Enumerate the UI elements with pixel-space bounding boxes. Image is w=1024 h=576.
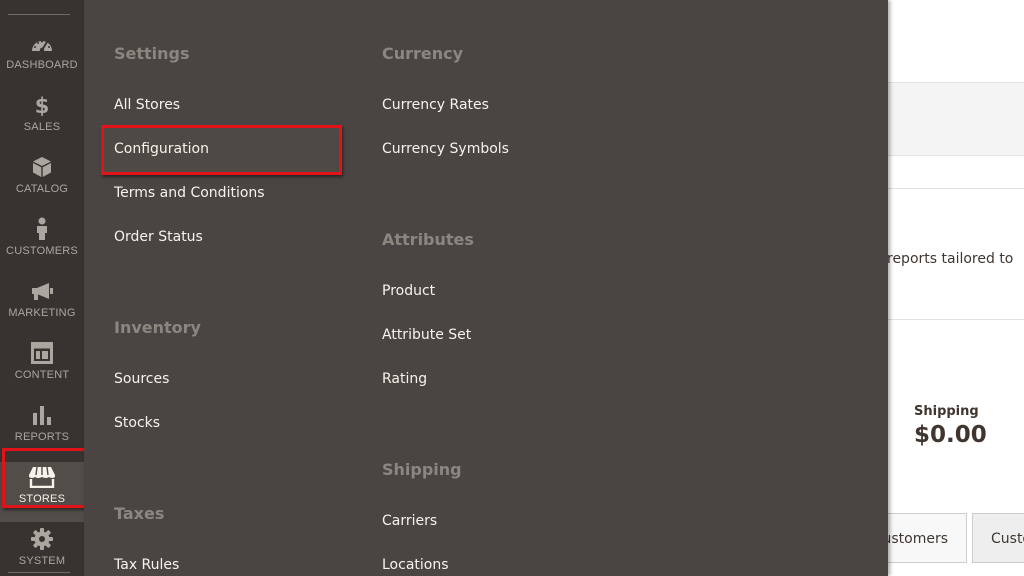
menu-item-label: DASHBOARD bbox=[6, 59, 78, 71]
divider bbox=[888, 188, 1024, 189]
menu-item-label: REPORTS bbox=[14, 431, 70, 443]
link-locations[interactable]: Locations bbox=[382, 557, 449, 573]
dashboard-intro-text: reports tailored to bbox=[887, 251, 1014, 267]
bar-chart-icon bbox=[0, 402, 84, 428]
box-icon bbox=[0, 154, 84, 180]
link-currency-symbols[interactable]: Currency Symbols bbox=[382, 141, 509, 157]
link-configuration[interactable]: Configuration bbox=[114, 141, 209, 157]
tab-customers[interactable]: Custo bbox=[972, 513, 1024, 563]
stores-submenu: Settings All Stores Configuration Terms … bbox=[84, 0, 888, 576]
person-icon bbox=[0, 216, 84, 242]
shipping-total-label: Shipping bbox=[914, 404, 979, 419]
dollar-icon: $ bbox=[0, 92, 84, 118]
group-title-taxes: Taxes bbox=[114, 504, 165, 523]
menu-item-system[interactable]: SYSTEM bbox=[0, 524, 84, 576]
link-currency-rates[interactable]: Currency Rates bbox=[382, 97, 489, 113]
link-stocks[interactable]: Stocks bbox=[114, 415, 160, 431]
divider bbox=[888, 319, 1024, 320]
link-product[interactable]: Product bbox=[382, 283, 435, 299]
menu-item-dashboard[interactable]: DASHBOARD bbox=[0, 28, 84, 88]
menu-item-stores[interactable]: STORES bbox=[0, 462, 84, 522]
menu-item-sales[interactable]: $ SALES bbox=[0, 90, 84, 150]
menu-item-label: MARKETING bbox=[8, 307, 76, 319]
link-carriers[interactable]: Carriers bbox=[382, 513, 437, 529]
svg-text:$: $ bbox=[35, 94, 50, 116]
group-title-settings: Settings bbox=[114, 44, 190, 63]
menu-item-label: SYSTEM bbox=[18, 555, 66, 567]
menu-item-catalog[interactable]: CATALOG bbox=[0, 152, 84, 212]
group-title-inventory: Inventory bbox=[114, 318, 201, 337]
storefront-icon bbox=[0, 464, 84, 490]
link-all-stores[interactable]: All Stores bbox=[114, 97, 180, 113]
megaphone-icon bbox=[0, 278, 84, 304]
link-sources[interactable]: Sources bbox=[114, 371, 169, 387]
menu-item-label: SALES bbox=[23, 121, 61, 133]
menu-item-label: CUSTOMERS bbox=[6, 245, 78, 257]
group-title-shipping: Shipping bbox=[382, 460, 462, 479]
menu-item-label: CATALOG bbox=[15, 183, 69, 195]
menu-item-customers[interactable]: CUSTOMERS bbox=[0, 214, 84, 274]
menu-item-reports[interactable]: REPORTS bbox=[0, 400, 84, 460]
link-rating[interactable]: Rating bbox=[382, 371, 427, 387]
gear-icon bbox=[0, 526, 84, 552]
menu-item-content[interactable]: CONTENT bbox=[0, 338, 84, 398]
menu-divider bbox=[8, 572, 70, 573]
group-title-attributes: Attributes bbox=[382, 230, 474, 249]
link-order-status[interactable]: Order Status bbox=[114, 229, 203, 245]
page-actions-bar bbox=[888, 82, 1024, 156]
layout-icon bbox=[0, 340, 84, 366]
admin-menu: DASHBOARD $ SALES CATALOG CUSTOMERS MARK… bbox=[0, 0, 84, 576]
link-attribute-set[interactable]: Attribute Set bbox=[382, 327, 471, 343]
shipping-total-value: $0.00 bbox=[914, 422, 987, 448]
menu-item-label: CONTENT bbox=[14, 369, 70, 381]
menu-item-marketing[interactable]: MARKETING bbox=[0, 276, 84, 336]
group-title-currency: Currency bbox=[382, 44, 464, 63]
link-tax-rules[interactable]: Tax Rules bbox=[114, 557, 179, 573]
menu-item-label: STORES bbox=[18, 493, 66, 505]
menu-divider bbox=[8, 14, 70, 15]
dashboard-icon bbox=[0, 30, 84, 56]
link-terms-and-conditions[interactable]: Terms and Conditions bbox=[114, 185, 265, 201]
